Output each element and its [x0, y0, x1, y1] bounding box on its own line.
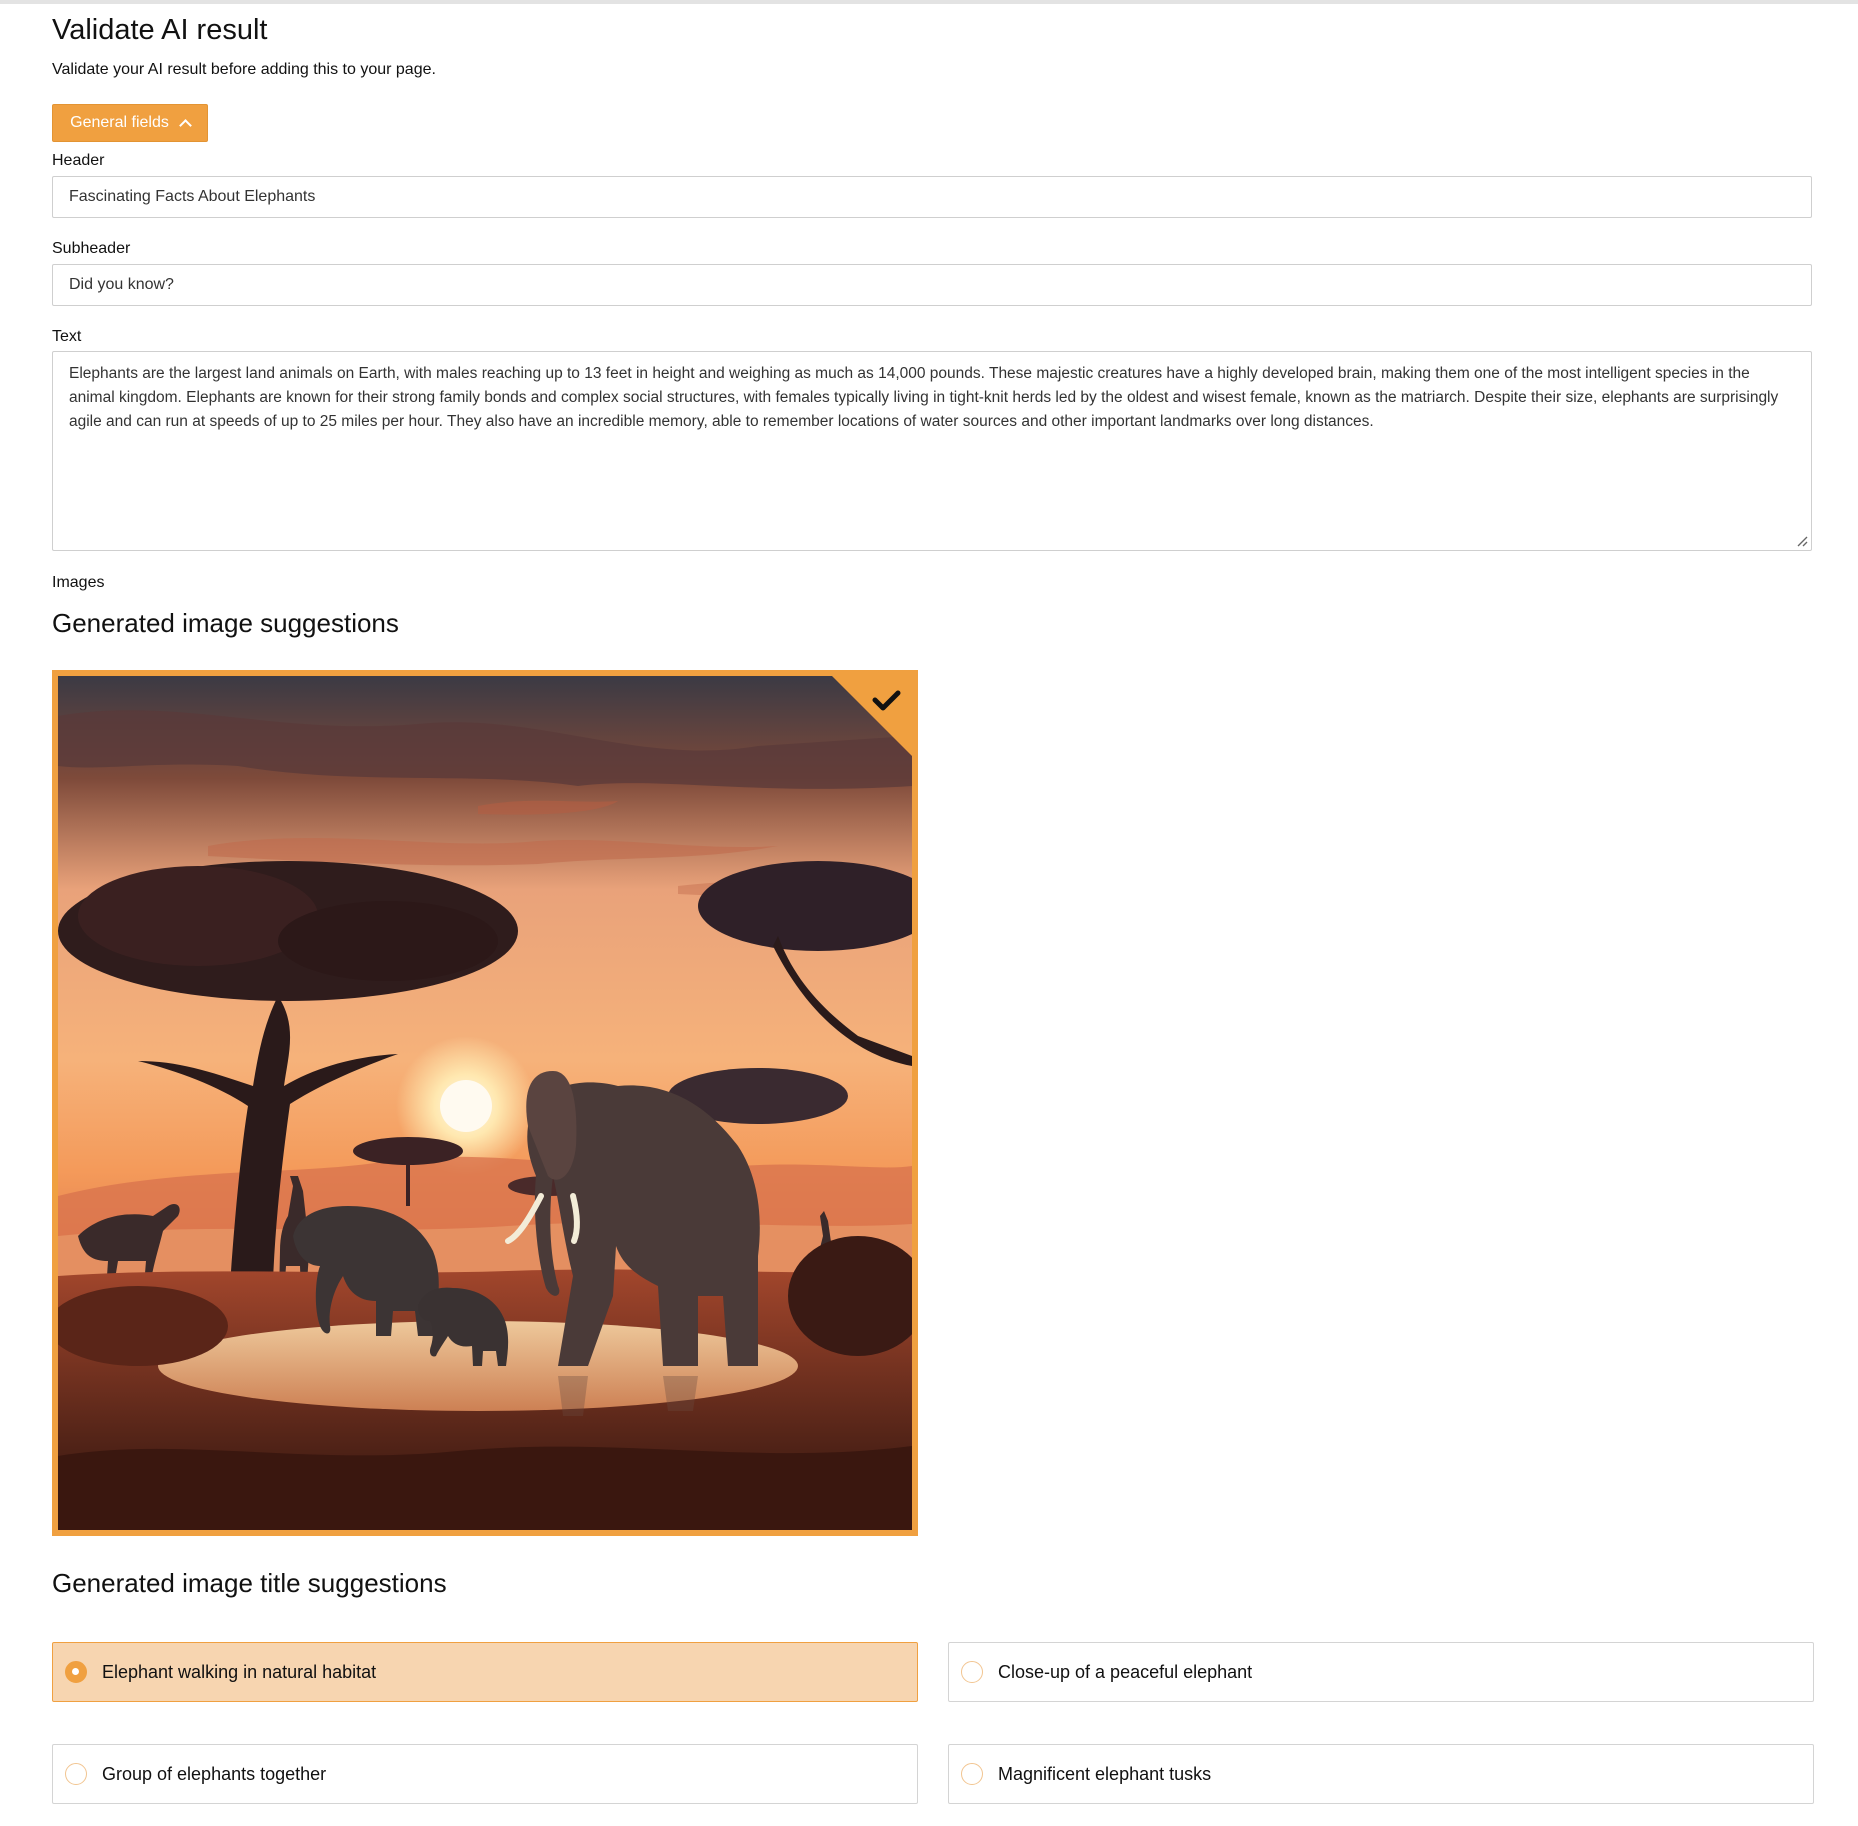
title-option-group[interactable]: Group of elephants together [52, 1744, 918, 1804]
title-option-label: Close-up of a peaceful elephant [998, 1661, 1253, 1682]
title-option-elephant-walking[interactable]: Elephant walking in natural habitat [52, 1642, 918, 1702]
radio-icon[interactable] [961, 1763, 983, 1785]
subheader-input[interactable] [52, 264, 1812, 306]
title-suggestions-title: Generated image title suggestions [52, 1568, 447, 1598]
radio-icon[interactable] [65, 1763, 87, 1785]
radio-icon[interactable] [65, 1661, 87, 1683]
title-option-label: Elephant walking in natural habitat [102, 1661, 377, 1682]
header-label: Header [52, 152, 105, 169]
page-description: Validate your AI result before adding th… [52, 61, 436, 78]
images-label: Images [52, 574, 105, 591]
radio-icon[interactable] [961, 1661, 983, 1683]
general-fields-label: General fields [70, 114, 169, 131]
text-label: Text [52, 328, 82, 345]
text-textarea-content: Elephants are the largest land animals o… [69, 365, 1779, 430]
chevron-up-icon [178, 118, 192, 132]
title-option-tusks[interactable]: Magnificent elephant tusks [948, 1744, 1814, 1804]
selected-checkmark-badge [832, 676, 912, 756]
text-textarea[interactable]: Elephants are the largest land animals o… [52, 351, 1812, 551]
elephant-savanna-image [58, 676, 912, 1530]
top-divider [0, 0, 1858, 4]
subheader-label: Subheader [52, 240, 131, 257]
resize-grip-icon[interactable] [1796, 535, 1808, 547]
title-option-close-up[interactable]: Close-up of a peaceful elephant [948, 1642, 1814, 1702]
image-suggestion-card[interactable] [52, 670, 918, 1536]
title-option-label: Group of elephants together [102, 1763, 327, 1784]
image-suggestions-title: Generated image suggestions [52, 608, 399, 638]
page-title: Validate AI result [52, 14, 268, 46]
general-fields-toggle-button[interactable]: General fields [52, 104, 208, 142]
header-input[interactable] [52, 176, 1812, 218]
title-option-label: Magnificent elephant tusks [998, 1763, 1212, 1784]
